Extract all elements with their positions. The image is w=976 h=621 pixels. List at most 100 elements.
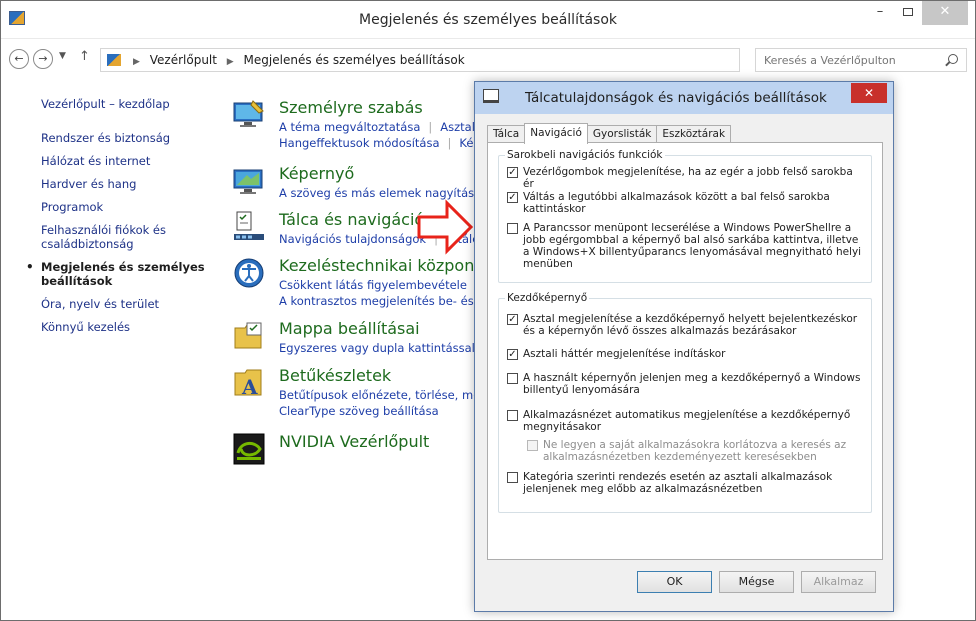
category-title[interactable]: Személyre szabás [279, 99, 423, 117]
sidebar-item-appearance: • Megjelenés és személyes beállítások [26, 260, 221, 288]
option-row[interactable]: Kategória szerinti rendezés esetén az as… [507, 471, 865, 495]
navigation-properties-link[interactable]: Navigációs tulajdonságok [279, 232, 426, 246]
accessibility-icon [234, 258, 264, 288]
option-label: Váltás a legutóbbi alkalmazások között a… [523, 191, 830, 215]
tab-toolbars[interactable]: Eszköztárak [656, 125, 732, 143]
window-titlebar[interactable]: Megjelenés és személyes beállítások – ✕ [1, 1, 975, 39]
checkbox[interactable]: ✓ [507, 314, 518, 325]
sidebar-item-network[interactable]: Hálózat és internet [41, 154, 221, 168]
option-row[interactable]: A Parancssor menüpont lecserélése a Wind… [507, 222, 865, 270]
breadcrumb-item-control-panel[interactable]: Vezérlőpult [150, 53, 217, 67]
start-screen-group: Kezdőképernyő ✓ Asztal megjelenítése a k… [498, 292, 872, 513]
minimize-button[interactable]: – [867, 1, 893, 25]
checkbox[interactable] [507, 373, 518, 384]
maximize-button[interactable] [895, 1, 921, 25]
option-label: Vezérlőgombok megjelenítése, ha az egér … [523, 166, 853, 190]
red-arrow-icon [417, 199, 474, 255]
sidebar-item-system-security[interactable]: Rendszer és biztonság [41, 131, 221, 145]
breadcrumb-item-appearance[interactable]: Megjelenés és személyes beállítások [244, 53, 465, 67]
category-fonts: A Betűkészletek Betűtípusok előnézete, t… [233, 367, 498, 427]
category-ease-of-access-center: Kezeléstechnikai központ Csökkent látás … [233, 257, 494, 317]
control-panel-window: Megjelenés és személyes beállítások – ✕ … [0, 0, 976, 621]
category-links: Egyszeres vagy dupla kattintással tör [279, 340, 495, 356]
option-label: A Parancssor menüpont lecserélése a Wind… [523, 222, 862, 270]
tab-jump-lists[interactable]: Gyorslisták [586, 125, 658, 143]
category-title[interactable]: NVIDIA Vezérlőpult [279, 433, 429, 451]
option-label: Ne legyen a saját alkalmazásokra korláto… [543, 439, 847, 463]
checkbox[interactable] [507, 472, 518, 483]
personalization-icon [233, 100, 264, 127]
checkbox[interactable] [507, 223, 518, 234]
category-title[interactable]: Betűkészletek [279, 367, 391, 385]
checkbox[interactable]: ✓ [507, 192, 518, 203]
close-button[interactable]: ✕ [922, 1, 968, 25]
folder-options-icon [234, 322, 262, 349]
category-title[interactable]: Kezeléstechnikai központ [279, 257, 481, 275]
nvidia-icon [233, 433, 265, 465]
high-contrast-link[interactable]: A kontrasztos megjelenítés be- és kik [279, 294, 494, 308]
svg-text:A: A [241, 375, 258, 399]
window-title: Megjelenés és személyes beállítások [359, 12, 617, 28]
category-links: A téma megváltoztatása | Asztalh Hangeffek… [279, 119, 482, 151]
search-icon[interactable] [948, 54, 958, 64]
up-button[interactable]: ↑ [79, 49, 90, 64]
option-row[interactable]: ✓ Váltás a legutóbbi alkalmazások között… [507, 191, 865, 215]
control-panel-icon [107, 54, 121, 66]
tab-taskbar[interactable]: Tálca [487, 125, 526, 143]
option-label: Kategória szerinti rendezés esetén az as… [523, 471, 833, 495]
change-theme-link[interactable]: A téma megváltoztatása [279, 120, 420, 134]
category-title[interactable]: Mappa beállításai [279, 320, 420, 338]
preview-fonts-link[interactable]: Betűtípusok előnézete, törlése, megje [279, 388, 498, 402]
sidebar-item-home[interactable]: Vezérlőpult – kezdőlap [41, 97, 221, 111]
sound-effects-link[interactable]: Hangeffektusok módosítása [279, 136, 440, 150]
category-title[interactable]: Képernyő [279, 165, 354, 183]
sidebar-item-user-accounts[interactable]: Felhasználói fiókok és családbiztonság [41, 223, 221, 251]
taskbar-icon [234, 211, 264, 240]
sidebar-item-clock-language[interactable]: Óra, nyelv és terület [41, 297, 221, 311]
cleartype-link[interactable]: ClearType szöveg beállítása [279, 404, 439, 418]
option-label: Asztali háttér megjelenítése indításkor [523, 348, 726, 360]
forward-button[interactable]: → [33, 49, 53, 69]
back-button[interactable]: ← [9, 49, 29, 69]
apply-button[interactable]: Alkalmaz [801, 571, 876, 593]
checkbox[interactable]: ✓ [507, 167, 518, 178]
sidebar-item-programs[interactable]: Programok [41, 200, 221, 214]
forward-arrow-icon: → [38, 52, 48, 65]
category-links: Betűtípusok előnézete, törlése, megje Cl… [279, 387, 498, 419]
category-title[interactable]: Tálca és navigáció [279, 211, 424, 229]
dialog-close-button[interactable]: ✕ [851, 83, 887, 103]
sidebar-item-hardware-sound[interactable]: Hardver és hang [41, 177, 221, 191]
option-label: Alkalmazásnézet automatikus megjelenítés… [523, 409, 851, 433]
taskbar-properties-icon [483, 89, 499, 103]
current-bullet-icon: • [26, 260, 34, 274]
option-row[interactable]: Alkalmazásnézet automatikus megjelenítés… [507, 409, 865, 433]
sidebar-item-label: Megjelenés és személyes beállítások [41, 260, 205, 288]
up-arrow-icon: ↑ [79, 49, 90, 64]
dialog-title: Tálcatulajdonságok és navigációs beállít… [525, 90, 827, 106]
option-row[interactable]: ✓ Asztal megjelenítése a kezdőképernyő h… [507, 313, 865, 337]
breadcrumb-separator-icon: ▶ [133, 57, 140, 67]
checkbox[interactable]: ✓ [507, 349, 518, 360]
single-double-click-link[interactable]: Egyszeres vagy dupla kattintással tör [279, 341, 495, 355]
ok-button[interactable]: OK [637, 571, 712, 593]
address-box[interactable]: ▶ Vezérlőpult ▶ Megjelenés és személyes … [100, 48, 828, 72]
recent-locations-dropdown[interactable]: ▼ [59, 51, 66, 61]
group-legend: Sarokbeli navigációs funkciók [505, 149, 665, 161]
tab-navigation[interactable]: Navigáció [524, 123, 588, 144]
checkbox [527, 440, 538, 451]
category-nvidia: NVIDIA Vezérlőpult [233, 433, 493, 493]
search-box [755, 48, 967, 72]
checkbox[interactable] [507, 410, 518, 421]
option-row[interactable]: A használt képernyőn jelenjen meg a kezd… [507, 372, 865, 396]
option-row[interactable]: ✓ Vezérlőgombok megjelenítése, ha az egé… [507, 166, 865, 190]
corner-navigation-group: Sarokbeli navigációs funkciók ✓ Vezérlőg… [498, 149, 872, 283]
search-input[interactable] [756, 49, 936, 71]
dialog-titlebar[interactable]: Tálcatulajdonságok és navigációs beállít… [475, 82, 893, 114]
group-legend: Kezdőképernyő [505, 292, 590, 304]
breadcrumb: ▶ Vezérlőpult ▶ Megjelenés és személyes … [127, 53, 465, 67]
cancel-button[interactable]: Mégse [719, 571, 794, 593]
sidebar-item-ease-of-access[interactable]: Könnyű kezelés [41, 320, 221, 334]
low-vision-link[interactable]: Csökkent látás figyelembevétele [279, 278, 467, 292]
navigation-tab-panel: Sarokbeli navigációs funkciók ✓ Vezérlőg… [487, 142, 883, 560]
option-row[interactable]: ✓ Asztali háttér megjelenítése indításko… [507, 348, 865, 360]
